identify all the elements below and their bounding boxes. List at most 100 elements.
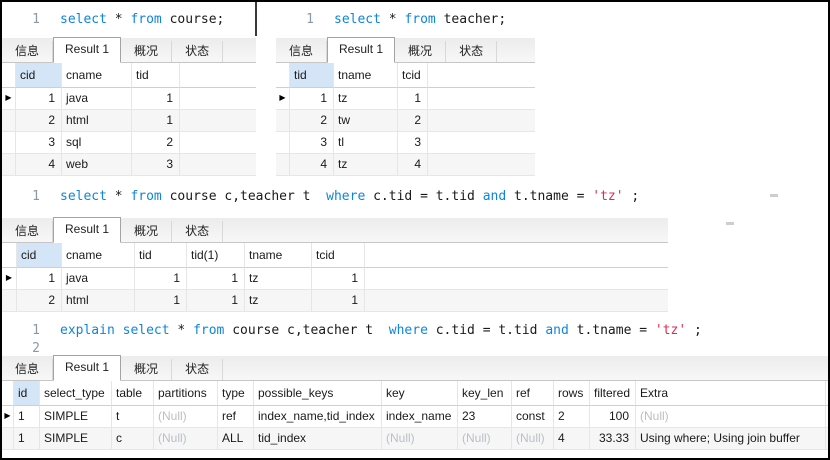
grid-cell[interactable]: web [62, 154, 132, 176]
grid-cell[interactable]: 1 [290, 88, 334, 110]
row-marker-icon[interactable]: ▶ [276, 88, 290, 110]
column-header[interactable]: cname [62, 63, 132, 88]
grid-cell[interactable]: 2 [398, 110, 428, 132]
column-header[interactable]: Extra [636, 381, 826, 406]
grid-cell[interactable]: tz [245, 268, 312, 290]
tab-status[interactable]: 状态 [446, 41, 498, 62]
row-marker-icon[interactable]: ▶ [2, 268, 17, 290]
grid-cell[interactable]: 1 [132, 110, 180, 132]
grid-cell[interactable]: tz [245, 290, 312, 312]
tab-result-1[interactable]: Result 1 [53, 37, 122, 63]
grid-cell[interactable]: SIMPLE [40, 406, 112, 428]
grid-cell[interactable]: tz [334, 154, 398, 176]
row-marker-icon[interactable]: ▶ [2, 88, 16, 110]
grid-cell[interactable]: 2 [16, 110, 62, 132]
tab-info[interactable]: 信息 [2, 359, 54, 380]
column-header[interactable]: id [14, 381, 40, 406]
grid-cell[interactable]: index_name,tid_index [254, 406, 382, 428]
grid-cell[interactable]: 1 [135, 268, 187, 290]
column-header[interactable]: tid [132, 63, 180, 88]
grid-cell[interactable]: ref [218, 406, 254, 428]
grid-cell[interactable]: 4 [290, 154, 334, 176]
row-marker[interactable] [276, 132, 290, 154]
column-header[interactable]: key_len [458, 381, 512, 406]
grid-cell[interactable]: tz [334, 88, 398, 110]
tab-summary[interactable]: 概况 [395, 41, 447, 62]
tab-status[interactable]: 状态 [172, 359, 224, 380]
grid-cell[interactable]: 3 [290, 132, 334, 154]
grid-cell[interactable]: 100 [590, 406, 636, 428]
row-marker[interactable] [2, 132, 16, 154]
column-header[interactable]: type [218, 381, 254, 406]
column-header[interactable]: rows [554, 381, 590, 406]
grid-cell[interactable]: 1 [187, 290, 245, 312]
grid-cell[interactable]: 2 [132, 132, 180, 154]
sql-editor[interactable]: 1 explain select * from course c,teacher… [2, 316, 828, 356]
grid-cell[interactable]: 1 [14, 428, 40, 450]
grid-cell[interactable]: 1 [132, 88, 180, 110]
column-header[interactable]: possible_keys [254, 381, 382, 406]
tab-summary[interactable]: 概况 [121, 221, 173, 242]
tab-status[interactable]: 状态 [172, 221, 224, 242]
grid-cell[interactable]: c [112, 428, 154, 450]
grid-cell[interactable]: tl [334, 132, 398, 154]
grid-cell[interactable]: 3 [132, 154, 180, 176]
grid-cell[interactable]: 4 [16, 154, 62, 176]
row-marker[interactable] [2, 154, 16, 176]
tab-info[interactable]: 信息 [2, 221, 54, 242]
grid-cell[interactable]: html [62, 290, 135, 312]
column-header[interactable]: ref [512, 381, 554, 406]
grid-cell[interactable]: 3 [398, 132, 428, 154]
grid-cell[interactable]: sql [62, 132, 132, 154]
grid-cell[interactable]: java [62, 88, 132, 110]
column-header[interactable]: cid [16, 63, 62, 88]
row-marker[interactable] [276, 110, 290, 132]
row-marker[interactable] [2, 110, 16, 132]
grid-cell[interactable]: const [512, 406, 554, 428]
grid-cell[interactable]: 1 [17, 268, 62, 290]
column-header[interactable]: tid(1) [187, 243, 245, 268]
tab-result-1[interactable]: Result 1 [53, 355, 122, 381]
grid-cell[interactable]: (Null) [458, 428, 512, 450]
column-header[interactable]: cid [17, 243, 62, 268]
grid-cell[interactable]: 1 [312, 268, 365, 290]
column-header[interactable]: tcid [398, 63, 428, 88]
column-header[interactable]: partitions [154, 381, 218, 406]
tab-summary[interactable]: 概况 [121, 359, 173, 380]
grid-cell[interactable]: 3 [16, 132, 62, 154]
grid-cell[interactable]: 4 [554, 428, 590, 450]
grid-cell[interactable]: 2 [290, 110, 334, 132]
column-header[interactable]: select_type [40, 381, 112, 406]
grid-cell[interactable]: SIMPLE [40, 428, 112, 450]
grid-cell[interactable]: tid_index [254, 428, 382, 450]
tab-info[interactable]: 信息 [276, 41, 328, 62]
column-header[interactable]: tname [334, 63, 398, 88]
row-marker[interactable] [2, 428, 14, 450]
grid-cell[interactable]: Using where; Using join buffer [636, 428, 826, 450]
grid-cell[interactable]: 1 [312, 290, 365, 312]
column-header[interactable]: filtered [590, 381, 636, 406]
grid-cell[interactable]: 1 [16, 88, 62, 110]
grid-cell[interactable]: tw [334, 110, 398, 132]
grid-cell[interactable]: 33.33 [590, 428, 636, 450]
grid-cell[interactable]: t [112, 406, 154, 428]
sql-editor[interactable]: 1 select * from course; [2, 2, 256, 38]
column-header[interactable]: key [382, 381, 458, 406]
sql-editor[interactable]: 1 select * from teacher; [276, 2, 535, 38]
tab-result-1[interactable]: Result 1 [53, 217, 122, 243]
tab-info[interactable]: 信息 [2, 41, 54, 62]
tab-result-1[interactable]: Result 1 [327, 37, 396, 63]
grid-cell[interactable]: ALL [218, 428, 254, 450]
grid-cell[interactable]: java [62, 268, 135, 290]
grid-cell[interactable]: 1 [187, 268, 245, 290]
grid-cell[interactable]: (Null) [512, 428, 554, 450]
row-marker-icon[interactable]: ▶ [2, 406, 14, 428]
tab-summary[interactable]: 概况 [121, 41, 173, 62]
grid-cell[interactable]: html [62, 110, 132, 132]
row-marker[interactable] [276, 154, 290, 176]
grid-cell[interactable]: (Null) [382, 428, 458, 450]
grid-cell[interactable]: 1 [135, 290, 187, 312]
column-header[interactable]: tid [135, 243, 187, 268]
grid-cell[interactable]: 1 [398, 88, 428, 110]
grid-cell[interactable]: 2 [554, 406, 590, 428]
